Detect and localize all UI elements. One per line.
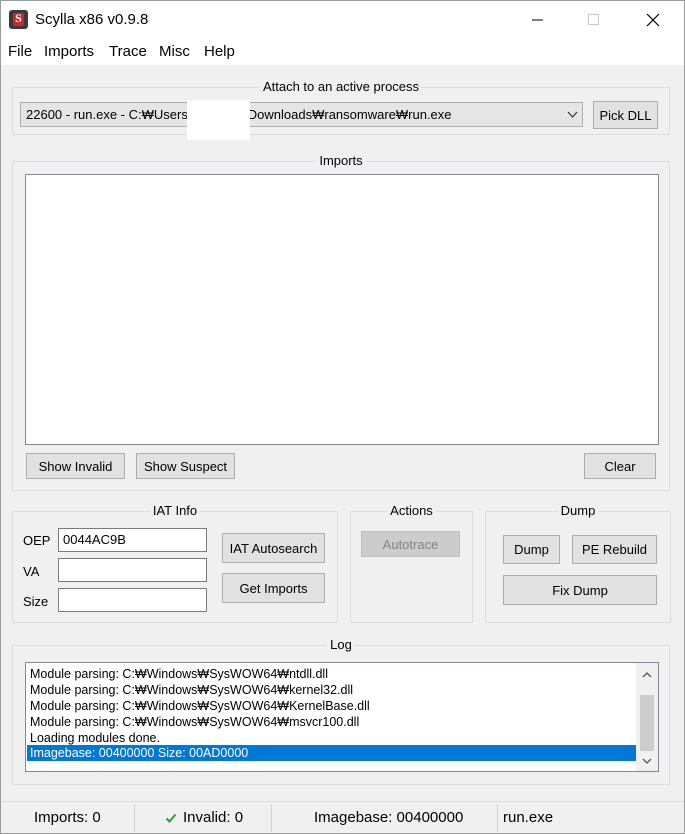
minimize-icon: [532, 19, 543, 21]
chevron-down-icon: [567, 111, 578, 118]
menu-imports[interactable]: Imports: [44, 43, 94, 60]
size-input[interactable]: [58, 588, 207, 612]
get-imports-button[interactable]: Get Imports: [222, 573, 325, 603]
checkmark-icon: [165, 813, 177, 823]
oep-label: OEP: [23, 533, 51, 548]
process-select[interactable]: 22600 - run.exe - C:₩Users₩dmodi₩Downloa…: [20, 102, 583, 127]
status-imagebase: Imagebase: 00400000: [314, 809, 464, 826]
imports-label: Imports: [316, 153, 366, 168]
dump-label: Dump: [557, 503, 599, 518]
status-divider: [497, 804, 498, 832]
fix-dump-button[interactable]: Fix Dump: [503, 575, 657, 605]
pe-rebuild-button[interactable]: PE Rebuild: [572, 535, 657, 564]
status-bar: Imports: 0 Invalid: 0 Imagebase: 0040000…: [1, 801, 684, 833]
status-invalid: Invalid: 0: [183, 809, 244, 826]
menu-file[interactable]: File: [8, 43, 32, 60]
iat-info-label: IAT Info: [149, 503, 201, 518]
log-label: Log: [327, 637, 355, 652]
log-line[interactable]: Module parsing: C:₩Windows₩SysWOW64₩msvc…: [27, 714, 636, 730]
imports-tree[interactable]: [25, 174, 659, 445]
maximize-icon: [588, 14, 599, 25]
va-input[interactable]: [58, 558, 207, 582]
status-imports: Imports: 0: [34, 809, 101, 826]
log-line-selected[interactable]: Imagebase: 00400000 Size: 00AD0000: [27, 745, 636, 761]
chevron-down-icon[interactable]: [641, 755, 653, 767]
chevron-up-icon[interactable]: [641, 669, 653, 681]
show-invalid-button[interactable]: Show Invalid: [26, 453, 125, 479]
menu-misc[interactable]: Misc: [159, 43, 190, 60]
title-bar[interactable]: S Scylla x86 v0.9.8: [1, 1, 684, 39]
redaction-block: [187, 100, 250, 140]
close-icon: [646, 13, 660, 27]
log-line[interactable]: Loading modules done.: [27, 730, 636, 746]
log-listbox[interactable]: Module parsing: C:₩Windows₩SysWOW64₩ntdl…: [25, 662, 659, 772]
autotrace-button: Autotrace: [361, 531, 460, 557]
log-line[interactable]: Module parsing: C:₩Windows₩SysWOW64₩ntdl…: [27, 666, 636, 682]
maximize-button: [571, 1, 617, 39]
dump-group: Dump: [485, 503, 671, 623]
va-label: VA: [23, 564, 40, 579]
menu-trace[interactable]: Trace: [109, 43, 147, 60]
show-suspect-button[interactable]: Show Suspect: [136, 453, 235, 479]
scylla-app-icon: S: [9, 10, 28, 29]
close-button[interactable]: [630, 1, 676, 39]
menu-help[interactable]: Help: [204, 43, 235, 60]
log-scrollbar[interactable]: [636, 663, 658, 771]
log-line[interactable]: Module parsing: C:₩Windows₩SysWOW64₩kern…: [27, 682, 636, 698]
actions-group: Actions: [350, 503, 473, 623]
iat-autosearch-button[interactable]: IAT Autosearch: [222, 533, 325, 563]
actions-label: Actions: [387, 503, 436, 518]
pick-dll-button[interactable]: Pick DLL: [593, 101, 658, 129]
menu-bar: File Imports Trace Misc Help: [1, 39, 684, 65]
size-label: Size: [23, 594, 49, 609]
dump-button[interactable]: Dump: [503, 535, 560, 564]
clear-button[interactable]: Clear: [584, 453, 656, 479]
log-line[interactable]: Module parsing: C:₩Windows₩SysWOW64₩Kern…: [27, 698, 636, 714]
status-divider: [271, 804, 272, 832]
oep-input[interactable]: 0044AC9B: [58, 528, 207, 552]
scylla-window: S Scylla x86 v0.9.8 File Imports Trace M…: [0, 0, 685, 834]
status-module: run.exe: [503, 809, 554, 826]
attach-process-label: Attach to an active process: [259, 79, 423, 94]
log-scrollbar-thumb[interactable]: [640, 695, 654, 751]
window-title: Scylla x86 v0.9.8: [35, 11, 149, 28]
minimize-button[interactable]: [515, 1, 561, 39]
status-divider: [134, 804, 135, 832]
